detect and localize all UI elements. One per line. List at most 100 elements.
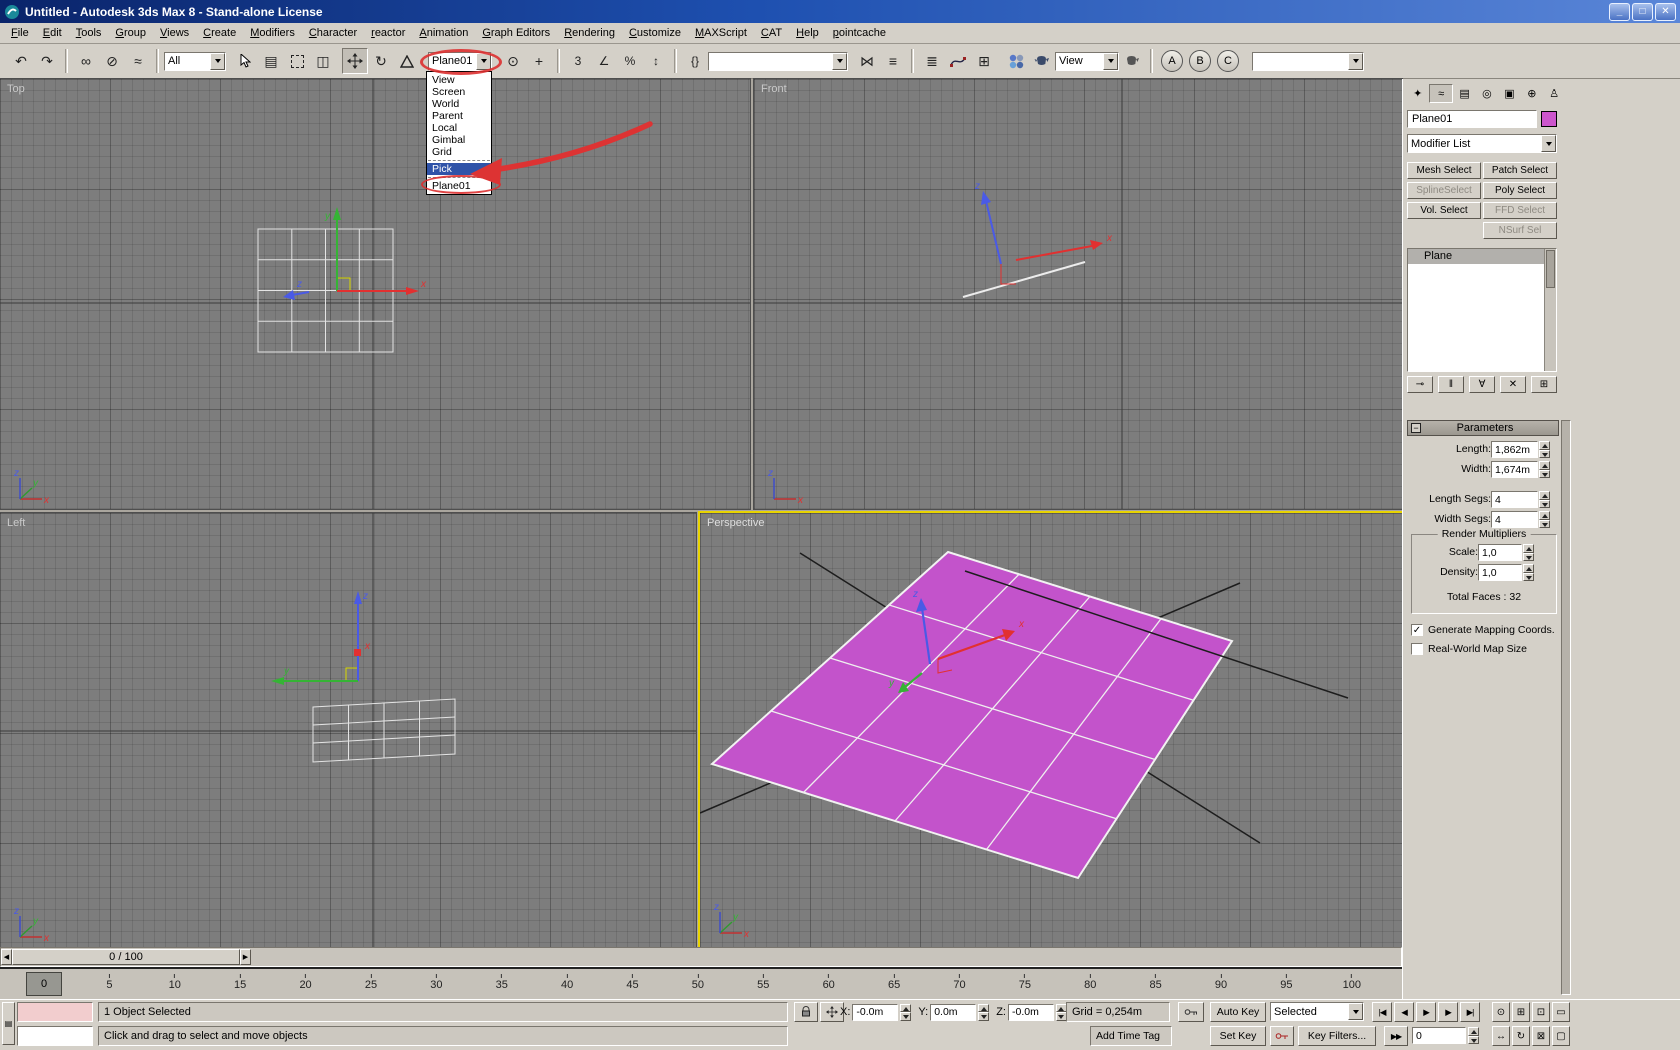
viewport-nav-button[interactable]: ▭ <box>1552 1002 1570 1022</box>
command-panel-tab-icon[interactable]: ♙ <box>1544 84 1565 103</box>
panel-scrollbar[interactable] <box>1561 420 1571 995</box>
select-object-button[interactable] <box>232 48 258 74</box>
viewport-nav-button[interactable]: ⊡ <box>1532 1002 1550 1022</box>
current-frame-field[interactable]: 0 <box>1412 1027 1466 1044</box>
spinner[interactable] <box>900 1003 912 1021</box>
command-panel-tab-icon[interactable]: ▤ <box>1454 84 1475 103</box>
letter-circle-button[interactable]: C <box>1217 50 1239 72</box>
modifier-shortcut-button[interactable]: FFD Select <box>1483 202 1557 219</box>
spinner[interactable] <box>1539 511 1550 528</box>
viewport-left[interactable]: Left z y x x y z <box>0 512 697 948</box>
dropdown-item[interactable]: Gimbal <box>427 134 491 146</box>
stack-tool-button[interactable]: ✕ <box>1500 376 1526 393</box>
select-and-move-button[interactable] <box>342 48 368 74</box>
stack-tool-button[interactable]: ∀ <box>1469 376 1495 393</box>
menu-item[interactable]: Tools <box>69 25 109 41</box>
keyboard-override-toggle[interactable] <box>1178 1002 1204 1022</box>
object-color-swatch[interactable] <box>1541 111 1557 127</box>
redo-button[interactable]: ↷ <box>34 48 60 74</box>
menu-item[interactable]: Create <box>196 25 243 41</box>
move-gizmo[interactable]: z x <box>974 181 1113 285</box>
viewport-nav-button[interactable]: ⊠ <box>1532 1026 1550 1046</box>
parameter-field[interactable]: 4 <box>1491 491 1538 508</box>
spinner[interactable] <box>1468 1027 1479 1044</box>
snap-toggle-button[interactable]: 3 <box>565 48 591 74</box>
menu-item[interactable]: Rendering <box>557 25 622 41</box>
command-panel-tab-icon[interactable]: ⊕ <box>1521 84 1542 103</box>
chevron-down-icon[interactable] <box>210 52 225 70</box>
dropdown-item[interactable]: Local <box>427 122 491 134</box>
select-by-name-button[interactable]: ▤ <box>258 48 284 74</box>
menu-item[interactable]: Animation <box>412 25 475 41</box>
playback-button[interactable]: ▶ <box>1438 1002 1458 1022</box>
menu-item[interactable]: pointcache <box>826 25 893 41</box>
dropdown-item[interactable]: Parent <box>427 110 491 122</box>
coordinate-field[interactable]: -0.0m <box>852 1003 899 1021</box>
modifier-list-select[interactable]: Modifier List <box>1407 134 1557 153</box>
mini-listener-grip[interactable]: ▤ <box>2 1002 15 1045</box>
dropdown-item[interactable]: Screen <box>427 86 491 98</box>
chevron-down-icon[interactable] <box>1348 52 1363 70</box>
time-slider-right-arrow[interactable]: ▶ <box>240 949 251 965</box>
curve-editor-button[interactable] <box>945 48 971 74</box>
time-slider-left-arrow[interactable]: ◀ <box>1 949 12 965</box>
modifier-shortcut-button[interactable]: Vol. Select <box>1407 202 1481 219</box>
viewport-label[interactable]: Perspective <box>707 517 764 529</box>
dropdown-item[interactable]: World <box>427 98 491 110</box>
modifier-shortcut-button[interactable]: Mesh Select <box>1407 162 1481 179</box>
viewport-nav-button[interactable]: ⊞ <box>1512 1002 1530 1022</box>
set-keys-key-button[interactable] <box>1270 1026 1294 1046</box>
menu-item[interactable]: reactor <box>364 25 412 41</box>
line-style-select[interactable] <box>1252 51 1364 71</box>
playback-button[interactable]: ▶| <box>1460 1002 1480 1022</box>
set-key-button[interactable]: Set Key <box>1210 1026 1266 1046</box>
command-panel-tab-icon[interactable]: ✦ <box>1407 84 1428 103</box>
letter-circle-button[interactable]: B <box>1189 50 1211 72</box>
chevron-down-icon[interactable] <box>1348 1003 1363 1020</box>
listener-field[interactable] <box>17 1026 93 1046</box>
render-scene-button[interactable] <box>1029 48 1055 74</box>
viewport-label[interactable]: Left <box>7 517 25 529</box>
add-time-tag[interactable]: Add Time Tag <box>1090 1026 1172 1046</box>
viewport-nav-button[interactable]: ↔ <box>1492 1026 1510 1046</box>
parameter-field[interactable]: 1,862m <box>1491 441 1538 458</box>
dropdown-item[interactable]: View <box>427 74 491 86</box>
menu-item[interactable]: Help <box>789 25 826 41</box>
move-gizmo[interactable]: z y x <box>271 591 371 685</box>
menu-item[interactable]: CAT <box>754 25 789 41</box>
mirror-button[interactable]: ⋈ <box>854 48 880 74</box>
modifier-shortcut-button[interactable]: Poly Select <box>1483 182 1557 199</box>
parameter-field[interactable]: 1,674m <box>1491 461 1538 478</box>
spinner[interactable] <box>1523 564 1534 581</box>
viewport-label[interactable]: Top <box>7 83 25 95</box>
coordinate-field[interactable]: -0.0m <box>1007 1003 1054 1021</box>
snap-toggle-button[interactable]: ∠ <box>591 48 617 74</box>
coordinate-field[interactable]: 0.0m <box>930 1003 977 1021</box>
select-and-rotate-button[interactable]: ↻ <box>368 48 394 74</box>
selection-filter-select[interactable]: All <box>164 51 226 71</box>
coordinate-system-select[interactable]: Plane01 <box>428 51 492 71</box>
modifier-shortcut-button[interactable] <box>1407 222 1481 239</box>
parameter-field[interactable]: 1,0 <box>1478 564 1522 581</box>
command-panel-tab-icon[interactable]: ◎ <box>1476 84 1497 103</box>
modifier-shortcut-button[interactable]: NSurf Sel <box>1483 222 1557 239</box>
menu-item[interactable]: Customize <box>622 25 688 41</box>
dropdown-item-plane01[interactable]: Plane01 <box>427 180 491 192</box>
time-slider-thumb[interactable]: 0 / 100 <box>12 949 240 965</box>
playback-button[interactable]: |◀ <box>1372 1002 1392 1022</box>
spinner[interactable] <box>978 1003 990 1021</box>
menu-item[interactable]: Group <box>108 25 153 41</box>
chevron-down-icon[interactable] <box>1541 135 1556 152</box>
select-and-manipulate-button[interactable]: + <box>526 48 552 74</box>
track-bar[interactable]: 0510152025303540455055606570758085909510… <box>0 967 1402 999</box>
select-and-link-button[interactable]: ∞ <box>73 48 99 74</box>
collapse-icon[interactable]: − <box>1411 423 1421 433</box>
quick-render-button[interactable] <box>1119 48 1145 74</box>
chevron-down-icon[interactable] <box>1103 52 1118 70</box>
align-button[interactable]: ≡ <box>880 48 906 74</box>
menu-item[interactable]: Views <box>153 25 196 41</box>
object-name-field[interactable]: Plane01 <box>1407 110 1537 128</box>
stack-tool-button[interactable]: ‖ <box>1438 376 1464 393</box>
stack-item[interactable]: Plane <box>1408 249 1544 264</box>
bind-to-spacewarp-button[interactable]: ≈ <box>125 48 151 74</box>
